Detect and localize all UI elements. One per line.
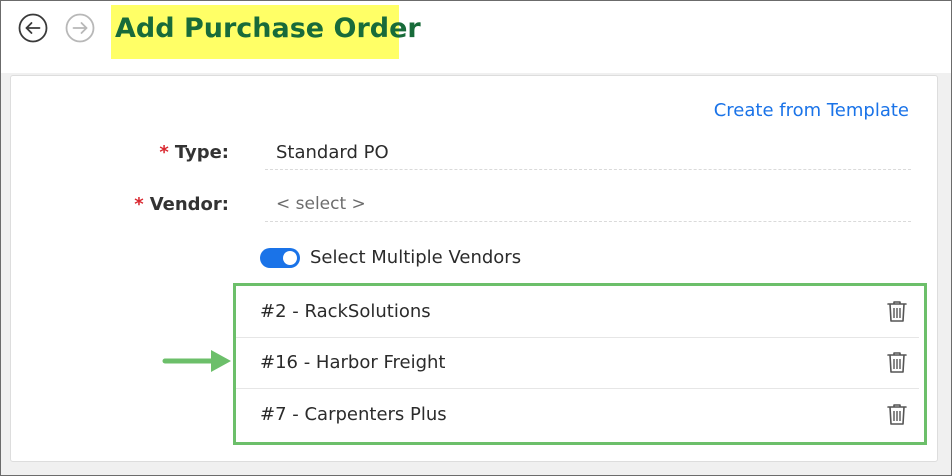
selected-vendors-list: #2 - RackSolutions #16 - Harbor Freight bbox=[233, 283, 927, 445]
multi-vendor-toggle-label: Select Multiple Vendors bbox=[310, 247, 522, 268]
trash-icon[interactable] bbox=[886, 350, 908, 374]
vendor-list-item: #16 - Harbor Freight bbox=[236, 337, 919, 389]
vendor-label-text: Vendor: bbox=[149, 194, 229, 215]
vendor-name: #2 - RackSolutions bbox=[260, 301, 431, 322]
trash-icon[interactable] bbox=[886, 402, 908, 426]
create-from-template-link[interactable]: Create from Template bbox=[714, 100, 909, 121]
vendor-name: #7 - Carpenters Plus bbox=[260, 404, 447, 425]
green-arrow-right-icon bbox=[162, 350, 231, 372]
page-header: Add Purchase Order bbox=[1, 1, 951, 73]
multi-vendor-toggle[interactable] bbox=[260, 248, 300, 268]
required-marker: * bbox=[134, 194, 144, 215]
type-label-text: Type: bbox=[174, 142, 229, 163]
purchase-order-form: Create from Template * Type: Standard PO … bbox=[10, 75, 938, 462]
vendor-label: * Vendor: bbox=[134, 194, 229, 215]
vendor-select[interactable]: < select > bbox=[265, 182, 911, 222]
back-icon[interactable] bbox=[18, 13, 48, 43]
required-marker: * bbox=[159, 142, 169, 163]
content-area: Create from Template * Type: Standard PO … bbox=[1, 73, 951, 475]
vendor-name: #16 - Harbor Freight bbox=[260, 352, 446, 373]
forward-icon[interactable] bbox=[65, 13, 95, 43]
vendor-placeholder: < select > bbox=[276, 194, 366, 214]
toggle-knob bbox=[283, 251, 297, 265]
trash-icon[interactable] bbox=[886, 299, 908, 323]
type-value: Standard PO bbox=[276, 142, 389, 163]
app-window: Add Purchase Order Create from Template … bbox=[0, 0, 952, 476]
type-field[interactable]: Standard PO bbox=[265, 130, 911, 170]
vendor-list-item: #7 - Carpenters Plus bbox=[236, 389, 919, 440]
type-label: * Type: bbox=[159, 142, 229, 163]
vendor-list-item: #2 - RackSolutions bbox=[236, 286, 919, 338]
page-title: Add Purchase Order bbox=[115, 13, 421, 44]
